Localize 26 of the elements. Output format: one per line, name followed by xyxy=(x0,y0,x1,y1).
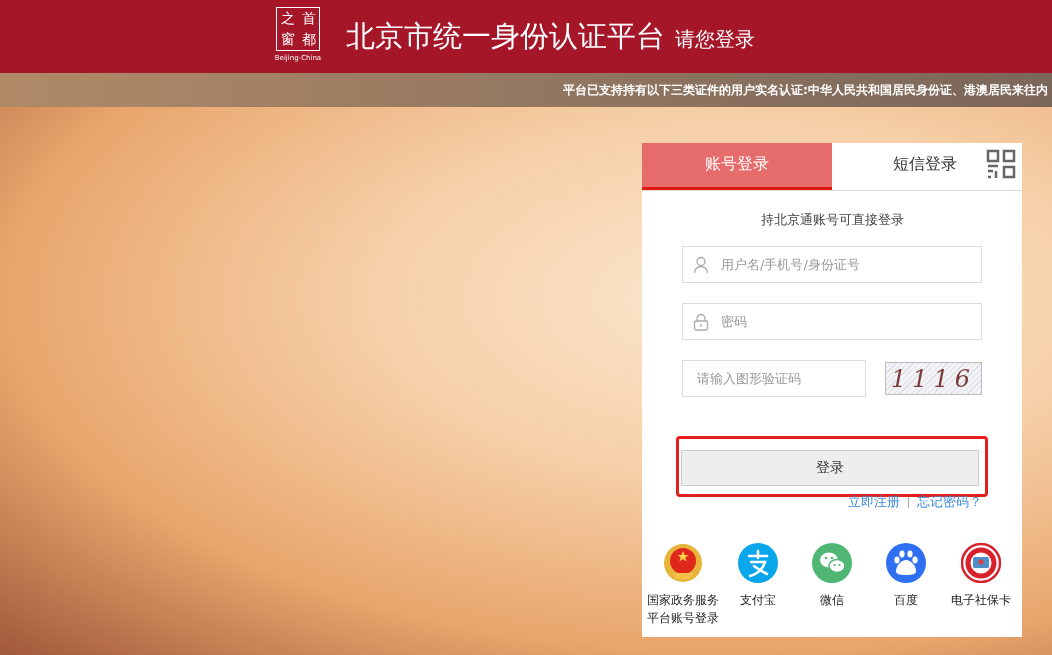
alipay-logo-icon[interactable] xyxy=(737,543,778,583)
captcha-image[interactable]: 1116 xyxy=(885,362,982,395)
input-field[interactable]: 用户名/手机号/身份证号 xyxy=(682,246,982,283)
logo-character: 窗 xyxy=(279,29,296,49)
logo-character: 都 xyxy=(300,29,317,49)
social-security-card-icon[interactable] xyxy=(960,543,1001,583)
provider-label[interactable]: 百度 xyxy=(869,591,944,609)
text-link[interactable]: 立即注册 xyxy=(848,493,900,511)
text-link[interactable]: 忘记密码？ xyxy=(917,493,982,511)
provider-label[interactable]: 微信 xyxy=(794,591,869,609)
paw-icon[interactable] xyxy=(886,543,927,583)
qr-code-icon[interactable] xyxy=(986,149,1016,179)
national-emblem-icon[interactable] xyxy=(663,543,704,583)
provider-label[interactable]: 支付宝 xyxy=(720,591,795,609)
page-subtitle: 请您登录 xyxy=(675,26,755,53)
page-title: 北京市统一身份认证平台 xyxy=(346,17,665,55)
notice-text: 平台已支持持有以下三类证件的用户实名认证:中华人民共和国居民身份证、港澳居民来往内 xyxy=(563,81,1048,99)
login-hint: 持北京通账号可直接登录 xyxy=(760,211,904,229)
provider-label[interactable]: 电子社保卡 xyxy=(943,591,1018,609)
captcha-input-field[interactable]: 请输入图形验证码 xyxy=(682,360,866,397)
login-button[interactable]: 登录 xyxy=(681,450,979,486)
logo-character: 首 xyxy=(300,8,317,28)
input-field[interactable]: 密码 xyxy=(682,303,982,340)
provider-label[interactable]: 国家政务服务平台账号登录 xyxy=(646,591,721,627)
logo-character: 之 xyxy=(279,8,296,28)
chat-bubbles-icon[interactable] xyxy=(811,543,852,583)
